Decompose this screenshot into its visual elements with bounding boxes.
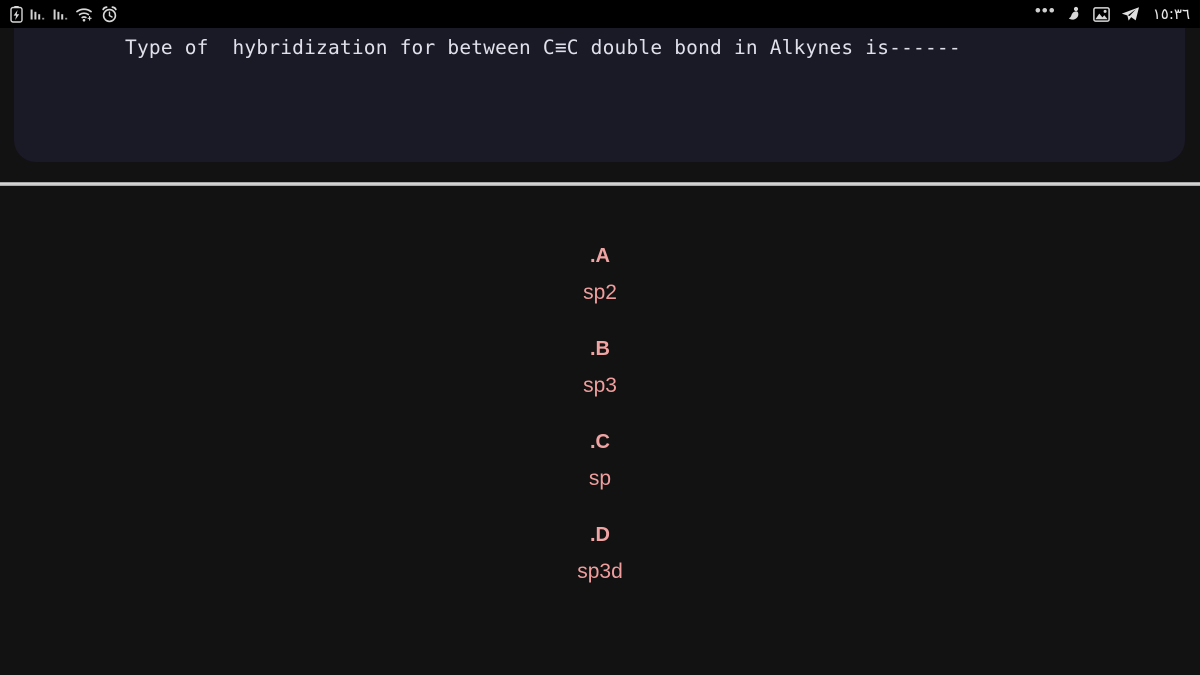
alarm-clock-icon xyxy=(101,5,118,23)
answer-label-d: .D xyxy=(590,524,610,546)
battery-charging-icon xyxy=(10,5,23,23)
wifi-icon xyxy=(76,7,94,22)
answer-option-b[interactable]: .B sp3 xyxy=(0,339,1200,396)
status-bar: ••• ١٥:٣٦ xyxy=(0,0,1200,28)
signal-bars-sim1-icon xyxy=(30,7,46,22)
answer-label-a: .A xyxy=(590,245,610,267)
signal-bars-sim2-icon xyxy=(53,7,69,22)
answer-label-c: .C xyxy=(590,431,610,453)
telegram-icon xyxy=(1121,6,1140,22)
section-divider xyxy=(0,182,1200,186)
overflow-dots-icon: ••• xyxy=(1034,0,1056,20)
screenshot-image-icon xyxy=(1092,6,1110,22)
answer-value-b: sp3 xyxy=(583,374,617,397)
answer-label-b: .B xyxy=(590,338,610,360)
status-bar-left-group xyxy=(10,5,118,23)
answer-value-c: sp xyxy=(588,467,612,490)
answer-option-d[interactable]: .D sp3d xyxy=(0,525,1200,582)
answer-options-list: .A sp2 .B sp3 .C sp .D sp3d xyxy=(0,186,1200,675)
status-bar-clock: ١٥:٣٦ xyxy=(1152,5,1190,23)
answer-value-a: sp2 xyxy=(583,281,617,304)
answer-option-a[interactable]: .A sp2 xyxy=(0,246,1200,303)
status-bar-right-group: ••• ١٥:٣٦ xyxy=(1034,0,1190,24)
question-text: Type of hybridization for between C≡C do… xyxy=(125,36,961,59)
answer-value-d: sp3d xyxy=(577,560,623,583)
answer-option-c[interactable]: .C sp xyxy=(0,432,1200,489)
app-notification-icon xyxy=(1067,6,1082,22)
